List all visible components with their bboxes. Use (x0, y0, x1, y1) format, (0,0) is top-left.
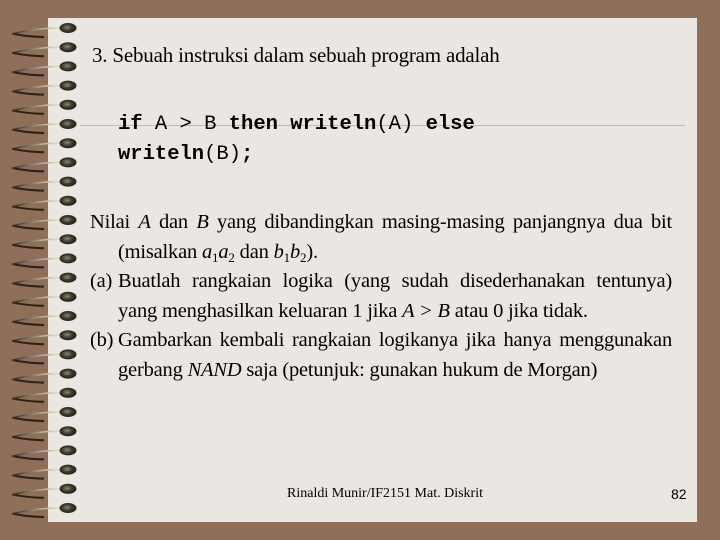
intro-text: ). (306, 240, 318, 263)
item-a-expression: A > B (402, 299, 450, 322)
item-b-text: saja (petunjuk: gunakan hukum de Morgan) (241, 358, 598, 381)
ring (11, 119, 77, 134)
code-token: ; (241, 143, 254, 166)
ring (11, 195, 77, 211)
code-block: if A > B then writeln(A) else writeln(B); (118, 110, 475, 170)
ring (11, 387, 77, 403)
ring (11, 291, 77, 307)
var-b1: b (273, 240, 284, 263)
ring (11, 483, 77, 499)
code-line-1: if A > B then writeln(A) else (118, 110, 475, 140)
intro-text: dan (234, 240, 274, 263)
ring (11, 157, 77, 173)
ring (11, 99, 77, 115)
intro-text: dan (150, 211, 197, 233)
footer-text: Rinaldi Munir/IF2151 Mat. Diskrit (287, 486, 483, 501)
code-token: (B) (204, 143, 242, 166)
ring (11, 23, 77, 38)
item-a-label: (a) (90, 270, 113, 292)
intro-text: Nilai (90, 211, 139, 233)
ring (11, 234, 77, 250)
page-number: 82 (671, 486, 687, 502)
slide-body: Nilai A dan B yang dibandingkan masing-m… (90, 208, 672, 385)
var-b2: b (289, 240, 301, 263)
ring (11, 311, 77, 326)
ring (11, 445, 77, 461)
code-token: if (118, 113, 143, 136)
item-a-text: atau 0 jika tidak. (449, 299, 588, 322)
item-b: (b) Gambarkan kembali rangkaian logikanya… (90, 326, 672, 385)
ring (11, 138, 77, 154)
item-a: (a) Buatlah rangkaian logika (yang sudah … (90, 267, 672, 326)
code-token: (A) (376, 113, 426, 136)
code-token: then writeln (228, 113, 377, 136)
ring (11, 368, 77, 384)
ring (11, 253, 77, 269)
ring (11, 61, 77, 77)
ring (11, 42, 77, 58)
ring (11, 80, 77, 96)
item-b-label: (b) (90, 329, 114, 351)
intro-paragraph: Nilai A dan B yang dibandingkan masing-m… (90, 208, 672, 267)
var-b: B (196, 211, 209, 233)
slide-title: 3. Sebuah instruksi dalam sebuah program… (92, 43, 500, 67)
var-a1: a (201, 240, 213, 263)
ring (11, 503, 77, 518)
code-token: else (425, 113, 475, 136)
ring (11, 407, 77, 422)
ring (11, 215, 77, 230)
ring (11, 426, 77, 442)
code-token: writeln (118, 143, 205, 166)
code-line-2: writeln(B); (118, 140, 475, 170)
ring (11, 176, 77, 192)
ring (11, 272, 77, 288)
item-b-nand: NAND (187, 358, 242, 381)
ring (11, 464, 77, 480)
var-a: A (138, 211, 151, 233)
item-a-text: Buatlah rangkaian logika (yang sudah dis… (118, 270, 672, 322)
ring (11, 330, 77, 346)
ring (11, 349, 77, 365)
spiral-binding (11, 23, 77, 518)
var-a2: a (218, 240, 229, 263)
code-token: A > B (142, 113, 229, 136)
